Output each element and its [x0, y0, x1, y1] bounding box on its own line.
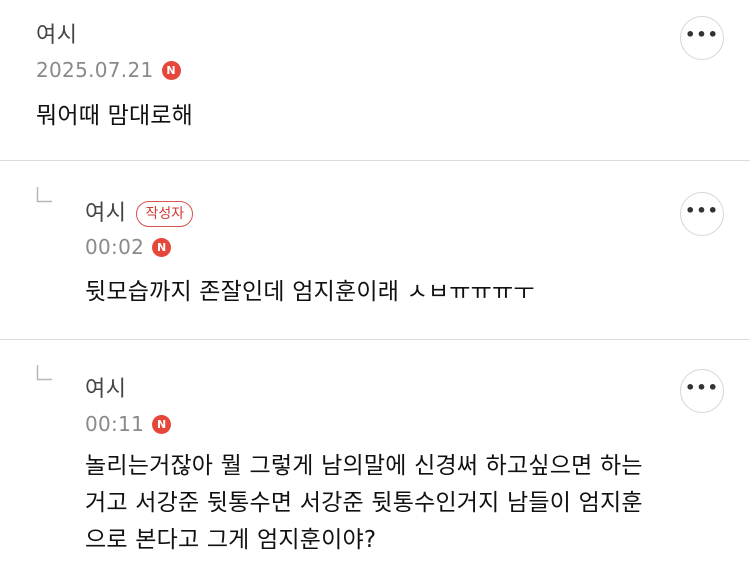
comment-text-line: 거고 서강준 뒷통수면 서강준 뒷통수인거지 남들이 엄지훈 — [85, 490, 643, 516]
author-name[interactable]: 여시 — [85, 200, 126, 228]
author-name[interactable]: 여시 — [85, 376, 126, 404]
comment-text: 뭐어때 맘대로해 — [36, 103, 194, 129]
more-options-button[interactable]: ••• — [680, 16, 724, 60]
more-horizontal-icon: ••• — [685, 25, 719, 44]
timestamp: 00:02 — [85, 235, 145, 259]
comment-text-line: 놀리는거잖아 뭘 그렇게 남의말에 신경써 하고싶으면 하는 — [85, 453, 643, 479]
author-name[interactable]: 여시 — [36, 22, 77, 50]
author-row: 여시 작성자 — [85, 200, 194, 228]
more-horizontal-icon: ••• — [685, 201, 719, 220]
more-options-button[interactable]: ••• — [680, 192, 724, 236]
reply-arrow-icon — [36, 365, 52, 381]
timestamp: 2025.07.21 — [36, 58, 154, 82]
author-row: 여시 — [36, 22, 77, 50]
meta-row: 2025.07.21 N — [36, 58, 181, 82]
author-row: 여시 — [85, 376, 126, 404]
new-badge-icon: N — [152, 414, 172, 434]
comment-2-reply: 여시 작성자 00:02 N 뒷모습까지 존잘인데 엄지훈이래 ㅅㅂㅠㅠㅠㅜ •… — [0, 161, 750, 339]
reply-arrow-icon — [36, 187, 52, 203]
new-badge-icon: N — [152, 237, 172, 257]
timestamp: 00:11 — [85, 412, 145, 436]
comment-3-reply: 여시 00:11 N 놀리는거잖아 뭘 그렇게 남의말에 신경써 하고싶으면 하… — [0, 340, 750, 565]
comment-1: 여시 2025.07.21 N 뭐어때 맘대로해 ••• — [0, 0, 750, 160]
meta-row: 00:02 N — [85, 235, 172, 259]
comment-text: 뒷모습까지 존잘인데 엄지훈이래 ㅅㅂㅠㅠㅠㅜ — [85, 279, 535, 305]
new-badge-icon: N — [161, 60, 181, 80]
more-horizontal-icon: ••• — [685, 378, 719, 397]
more-options-button[interactable]: ••• — [680, 369, 724, 413]
comment-text-line: 으로 본다고 그게 엄지훈이야? — [85, 527, 377, 553]
writer-badge: 작성자 — [136, 201, 194, 227]
meta-row: 00:11 N — [85, 412, 172, 436]
